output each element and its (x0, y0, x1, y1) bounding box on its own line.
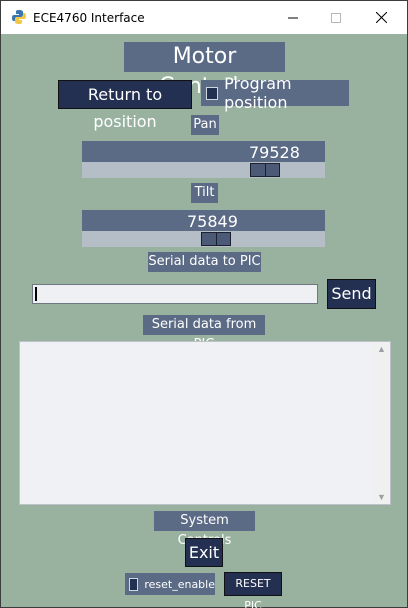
pan-value: 79528 (249, 143, 300, 162)
serial-from-pic-label: Serial data from PIC (143, 315, 265, 352)
reset-pic-button[interactable]: RESET PIC (224, 572, 282, 608)
pan-slider-thumb[interactable] (250, 163, 280, 177)
maximize-icon (331, 12, 341, 23)
minimize-button[interactable] (270, 1, 316, 34)
python-icon (12, 10, 26, 24)
return-to-position-button[interactable]: Return to position (58, 80, 192, 131)
textbox-scrollbar[interactable]: ▲ ▼ (373, 342, 390, 504)
close-icon (375, 12, 387, 23)
tilt-slider-thumb[interactable] (201, 232, 231, 246)
serial-to-pic-label: Serial data to PIC (148, 252, 261, 272)
pan-value-bar: 79528 (82, 141, 325, 162)
serial-output-textbox[interactable]: ▲ ▼ (19, 341, 391, 505)
page-title: Motor Controls (124, 42, 285, 99)
tilt-label: Tilt (191, 183, 218, 203)
program-position-checkbox[interactable]: Program position (201, 74, 349, 112)
scroll-down-icon[interactable]: ▼ (377, 492, 386, 502)
app-window: ECE4760 Interface Motor Controls Return … (0, 0, 408, 608)
scroll-up-icon[interactable]: ▲ (377, 344, 386, 354)
serial-input[interactable] (32, 284, 318, 304)
minimize-icon (288, 17, 298, 18)
exit-button[interactable]: Exit (185, 538, 223, 567)
checkbox-label: reset_enable (144, 577, 215, 591)
title-bar: ECE4760 Interface (1, 1, 407, 34)
close-button[interactable] (358, 1, 404, 34)
system-controls-label: System Controls (154, 511, 255, 548)
checkbox-box[interactable] (206, 86, 219, 100)
checkbox-box[interactable] (129, 577, 139, 591)
checkbox-label: Program position (224, 74, 292, 112)
tilt-slider[interactable] (82, 231, 325, 247)
maximize-button[interactable] (313, 1, 359, 34)
text-cursor (35, 287, 37, 301)
send-button[interactable]: Send (327, 279, 376, 309)
tilt-value: 75849 (187, 212, 238, 231)
tilt-value-bar: 75849 (82, 210, 325, 231)
reset-enable-checkbox[interactable]: reset_enable (125, 573, 215, 595)
window-title: ECE4760 Interface (33, 11, 145, 25)
pan-label: Pan (191, 115, 219, 135)
pan-slider[interactable] (82, 162, 325, 178)
